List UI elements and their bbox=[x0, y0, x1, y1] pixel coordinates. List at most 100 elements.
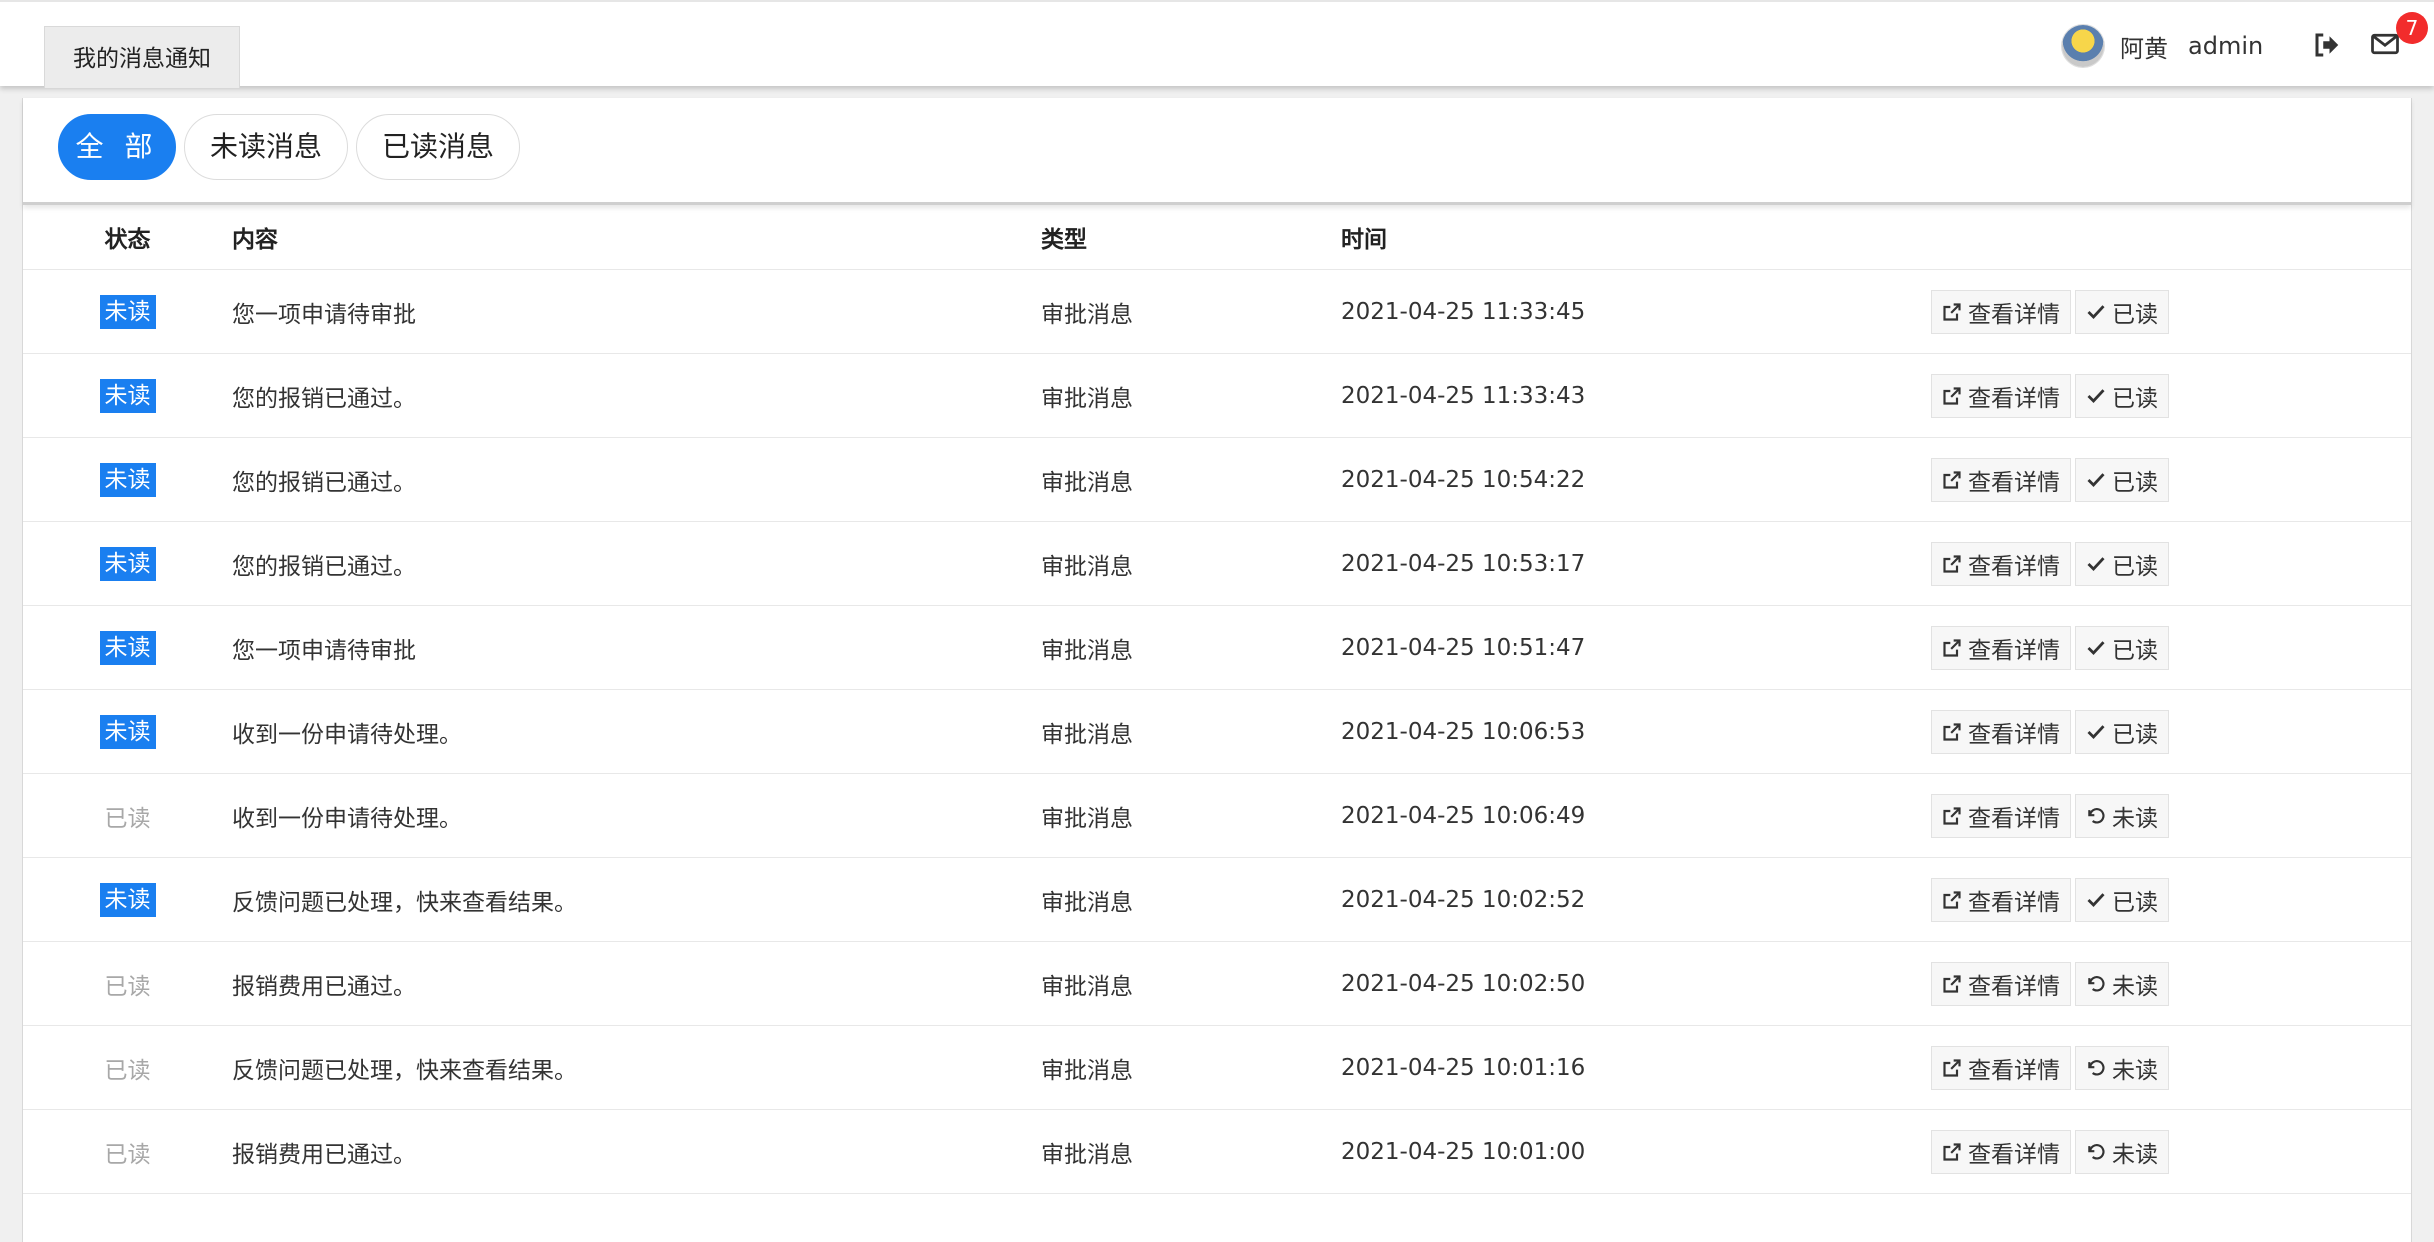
top-header: 我的消息通知 阿黄 admin 7 bbox=[0, 0, 2434, 88]
column-header-time: 时间 bbox=[1341, 205, 1931, 270]
type-cell: 审批消息 bbox=[1041, 605, 1341, 690]
actions-cell: 查看详情 未读 bbox=[1931, 1025, 2411, 1110]
view-detail-button[interactable]: 查看详情 bbox=[1931, 877, 2071, 922]
page-tab-my-notifications[interactable]: 我的消息通知 bbox=[44, 26, 240, 88]
message-table: 状态 内容 类型 时间 未读 您一项申请待审批 审批消息 2021-04-25 11:… bbox=[23, 205, 2411, 1194]
time-cell: 2021-04-25 10:02:52 bbox=[1341, 857, 1931, 942]
filter-unread-button[interactable]: 未读消息 bbox=[184, 114, 348, 180]
table-row: 已读 报销费用已通过。 审批消息 2021-04-25 10:01:00 查看详情 未读 bbox=[23, 1109, 2411, 1194]
type-cell: 审批消息 bbox=[1041, 773, 1341, 858]
column-header-type: 类型 bbox=[1041, 205, 1341, 270]
mark-unread-button[interactable]: 未读 bbox=[2075, 961, 2169, 1006]
mark-read-button[interactable]: 已读 bbox=[2075, 709, 2169, 754]
view-detail-button[interactable]: 查看详情 bbox=[1931, 961, 2071, 1006]
external-link-icon bbox=[1942, 302, 1968, 322]
external-link-icon bbox=[1942, 890, 1968, 910]
time-cell: 2021-04-25 10:02:50 bbox=[1341, 941, 1931, 1026]
column-header-content: 内容 bbox=[232, 205, 1041, 270]
mark-read-button[interactable]: 已读 bbox=[2075, 541, 2169, 586]
table-row: 已读 反馈问题已处理，快来查看结果。 审批消息 2021-04-25 10:01:16… bbox=[23, 1025, 2411, 1110]
avatar[interactable] bbox=[2062, 25, 2104, 67]
status-cell: 已读 bbox=[23, 773, 232, 858]
check-icon bbox=[2086, 302, 2112, 322]
time-cell: 2021-04-25 11:33:45 bbox=[1341, 269, 1931, 354]
time-cell: 2021-04-25 10:06:53 bbox=[1341, 689, 1931, 774]
mark-unread-button[interactable]: 未读 bbox=[2075, 793, 2169, 838]
view-detail-button[interactable]: 查看详情 bbox=[1931, 709, 2071, 754]
logout-icon[interactable] bbox=[2312, 30, 2342, 60]
status-cell: 未读 bbox=[23, 269, 232, 354]
mark-unread-button[interactable]: 未读 bbox=[2075, 1129, 2169, 1174]
external-link-icon bbox=[1942, 386, 1968, 406]
status-cell: 未读 bbox=[23, 353, 232, 438]
view-detail-button[interactable]: 查看详情 bbox=[1931, 457, 2071, 502]
view-detail-button[interactable]: 查看详情 bbox=[1931, 1045, 2071, 1090]
column-header-status: 状态 bbox=[23, 205, 232, 270]
filter-bar: 全 部 未读消息 已读消息 bbox=[23, 98, 2411, 205]
content-cell: 反馈问题已处理，快来查看结果。 bbox=[232, 1025, 1041, 1110]
external-link-icon bbox=[1942, 470, 1968, 490]
content-cell: 反馈问题已处理，快来查看结果。 bbox=[232, 857, 1041, 942]
status-badge: 未读 bbox=[99, 462, 156, 497]
mark-read-button[interactable]: 已读 bbox=[2075, 373, 2169, 418]
status-badge: 已读 bbox=[104, 1057, 151, 1084]
view-detail-label: 查看详情 bbox=[1968, 469, 2060, 496]
status-cell: 未读 bbox=[23, 605, 232, 690]
view-detail-label: 查看详情 bbox=[1968, 1141, 2060, 1168]
view-detail-label: 查看详情 bbox=[1968, 385, 2060, 412]
content-cell: 您的报销已通过。 bbox=[232, 521, 1041, 606]
toggle-read-label: 已读 bbox=[2112, 469, 2158, 496]
view-detail-button[interactable]: 查看详情 bbox=[1931, 289, 2071, 334]
filter-all-button[interactable]: 全 部 bbox=[58, 114, 176, 180]
view-detail-label: 查看详情 bbox=[1968, 553, 2060, 580]
undo-icon bbox=[2086, 1142, 2112, 1162]
status-cell: 未读 bbox=[23, 437, 232, 522]
content-cell: 您一项申请待审批 bbox=[232, 605, 1041, 690]
view-detail-label: 查看详情 bbox=[1968, 1057, 2060, 1084]
table-row: 已读 报销费用已通过。 审批消息 2021-04-25 10:02:50 查看详情 未读 bbox=[23, 941, 2411, 1026]
status-cell: 已读 bbox=[23, 1025, 232, 1110]
status-badge: 未读 bbox=[99, 378, 156, 413]
view-detail-label: 查看详情 bbox=[1968, 805, 2060, 832]
table-row: 未读 反馈问题已处理，快来查看结果。 审批消息 2021-04-25 10:02:52… bbox=[23, 857, 2411, 942]
status-badge: 已读 bbox=[104, 1141, 151, 1168]
filter-read-button[interactable]: 已读消息 bbox=[356, 114, 520, 180]
column-header-actions bbox=[1931, 205, 2411, 270]
mark-read-button[interactable]: 已读 bbox=[2075, 877, 2169, 922]
view-detail-button[interactable]: 查看详情 bbox=[1931, 625, 2071, 670]
user-info[interactable]: 阿黄 admin bbox=[2062, 24, 2263, 68]
time-cell: 2021-04-25 10:01:16 bbox=[1341, 1025, 1931, 1110]
toggle-read-label: 未读 bbox=[2112, 1141, 2158, 1168]
view-detail-label: 查看详情 bbox=[1968, 637, 2060, 664]
mark-unread-button[interactable]: 未读 bbox=[2075, 1045, 2169, 1090]
table-row: 未读 您的报销已通过。 审批消息 2021-04-25 10:54:22 查看详情 已读 bbox=[23, 437, 2411, 522]
view-detail-button[interactable]: 查看详情 bbox=[1931, 373, 2071, 418]
view-detail-button[interactable]: 查看详情 bbox=[1931, 793, 2071, 838]
check-icon bbox=[2086, 890, 2112, 910]
content-cell: 您的报销已通过。 bbox=[232, 353, 1041, 438]
unread-count-badge: 7 bbox=[2396, 12, 2428, 44]
mark-read-button[interactable]: 已读 bbox=[2075, 289, 2169, 334]
mark-read-button[interactable]: 已读 bbox=[2075, 457, 2169, 502]
external-link-icon bbox=[1942, 1142, 1968, 1162]
check-icon bbox=[2086, 386, 2112, 406]
status-cell: 已读 bbox=[23, 941, 232, 1026]
status-badge: 未读 bbox=[99, 714, 156, 749]
view-detail-button[interactable]: 查看详情 bbox=[1931, 1129, 2071, 1174]
actions-cell: 查看详情 已读 bbox=[1931, 689, 2411, 774]
user-name: 阿黄 bbox=[2120, 34, 2168, 63]
view-detail-label: 查看详情 bbox=[1968, 889, 2060, 916]
status-badge: 未读 bbox=[99, 882, 156, 917]
message-table-body: 未读 您一项申请待审批 审批消息 2021-04-25 11:33:45 查看详情 已读未… bbox=[23, 269, 2411, 1194]
undo-icon bbox=[2086, 1058, 2112, 1078]
actions-cell: 查看详情 已读 bbox=[1931, 269, 2411, 354]
type-cell: 审批消息 bbox=[1041, 857, 1341, 942]
view-detail-button[interactable]: 查看详情 bbox=[1931, 541, 2071, 586]
time-cell: 2021-04-25 10:53:17 bbox=[1341, 521, 1931, 606]
mark-read-button[interactable]: 已读 bbox=[2075, 625, 2169, 670]
time-cell: 2021-04-25 10:01:00 bbox=[1341, 1109, 1931, 1194]
time-cell: 2021-04-25 10:54:22 bbox=[1341, 437, 1931, 522]
status-badge: 未读 bbox=[99, 630, 156, 665]
toggle-read-label: 未读 bbox=[2112, 1057, 2158, 1084]
external-link-icon bbox=[1942, 806, 1968, 826]
